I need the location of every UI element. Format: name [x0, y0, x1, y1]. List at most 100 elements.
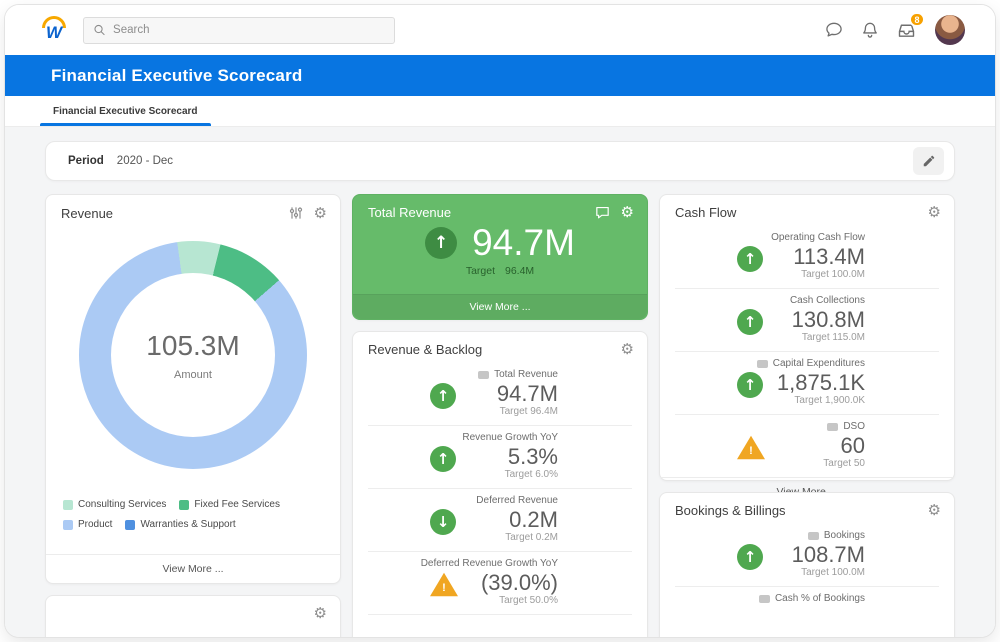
search-bar[interactable]: [83, 17, 395, 44]
kpi-row[interactable]: Operating Cash Flow ↑ 113.4M Target 100.…: [675, 226, 939, 288]
trend-up-icon: ↑: [430, 383, 456, 409]
column-middle: Total Revenue ⚙ ↑ 94.7M Target: [352, 194, 648, 637]
kpi-target: Target 1,900.0K: [675, 395, 939, 408]
kpi-row[interactable]: Cash % of Bookings: [675, 586, 939, 611]
kpi-row[interactable]: Total Revenue ↑ 94.7M Target 96.4M: [368, 363, 632, 425]
kpi-label: Deferred Revenue: [368, 494, 632, 507]
donut-center: 105.3M Amount: [111, 273, 275, 437]
trend-up-icon: ↑: [737, 309, 763, 335]
total-revenue-card: Total Revenue ⚙ ↑ 94.7M Target: [352, 194, 648, 320]
card-title: Revenue: [61, 206, 113, 221]
inbox-icon[interactable]: 8: [895, 19, 917, 41]
kpi-row[interactable]: Cash Collections ↑ 130.8M Target 115.0M: [675, 288, 939, 351]
kpi-value: 94.7M: [472, 222, 575, 264]
workday-logo[interactable]: W: [39, 14, 69, 46]
gear-icon[interactable]: ⚙: [314, 606, 327, 621]
legend-swatch: [125, 520, 135, 530]
card-title: Total Revenue: [368, 205, 451, 220]
kpi-row[interactable]: Deferred Revenue Growth YoY ! (39.0%) Ta…: [368, 551, 632, 614]
kpi-row[interactable]: Revenue Growth YoY ↑ 5.3% Target 6.0%: [368, 425, 632, 488]
kpi-value: (39.0%): [368, 570, 632, 595]
chat-icon[interactable]: [823, 19, 845, 41]
trend-up-icon: ↑: [737, 544, 763, 570]
annotation-icon: [759, 595, 770, 603]
annotation-icon: [827, 423, 838, 431]
view-more-link[interactable]: View More ...: [353, 294, 647, 319]
donut-total-value: 105.3M: [146, 330, 239, 362]
kpi-value: 108.7M: [675, 542, 939, 567]
column-left: Revenue ⚙ 105.3M: [45, 194, 341, 637]
donut-total-label: Amount: [174, 369, 212, 381]
active-tab-underline: [40, 123, 211, 126]
kpi-value: 5.3%: [368, 444, 632, 469]
gear-icon[interactable]: ⚙: [314, 206, 327, 221]
kpi-target: Target 100.0M: [675, 567, 939, 580]
kpi-row[interactable]: Capital Expenditures ↑ 1,875.1K Target 1…: [675, 351, 939, 414]
legend-item: Fixed Fee Services: [179, 499, 280, 510]
view-more-link[interactable]: View More ...: [46, 554, 340, 583]
notifications-bell-icon[interactable]: [859, 19, 881, 41]
kpi-label: Operating Cash Flow: [675, 231, 939, 244]
card-title: Cash Flow: [675, 205, 736, 220]
kpi-value: 130.8M: [675, 307, 939, 332]
trend-up-icon: ↑: [425, 227, 457, 259]
kpi-target: Target 50.0%: [368, 595, 632, 608]
sliders-icon[interactable]: [288, 205, 304, 221]
dashboard-content: Period 2020 - Dec Revenue: [5, 127, 995, 637]
search-icon: [93, 23, 106, 37]
edit-period-button[interactable]: [913, 147, 944, 175]
kpi-target: Target 6.0%: [368, 469, 632, 482]
pencil-icon: [922, 154, 936, 168]
gear-icon[interactable]: ⚙: [621, 342, 634, 357]
card-title: Bookings & Billings: [675, 503, 786, 518]
kpi-row[interactable]: DSO ! 60 Target 50: [675, 414, 939, 477]
app-window: W: [5, 5, 995, 637]
kpi-value: 0.2M: [368, 507, 632, 532]
kpi-label: Capital Expenditures: [675, 357, 939, 370]
kpi-value: 1,875.1K: [675, 370, 939, 395]
inbox-badge: 8: [909, 12, 925, 27]
tab-financial-executive-scorecard[interactable]: Financial Executive Scorecard: [51, 96, 200, 126]
page-header: Financial Executive Scorecard: [5, 55, 995, 96]
kpi-row[interactable]: Deferred Revenue ↓ 0.2M Target 0.2M: [368, 488, 632, 551]
kpi-row[interactable]: Bookings ↑ 108.7M Target 100.0M: [675, 524, 939, 586]
comment-icon[interactable]: [594, 204, 611, 221]
kpi-label: DSO: [675, 420, 939, 433]
kpi-label: Cash Collections: [675, 294, 939, 307]
top-icons: 8: [823, 15, 965, 45]
revenue-card: Revenue ⚙ 105.3M: [45, 194, 341, 584]
page-title: Financial Executive Scorecard: [51, 66, 302, 86]
cash-flow-card: Cash Flow ⚙ Operating Cash Flow ↑ 113.4M…: [659, 194, 955, 481]
period-bar: Period 2020 - Dec: [45, 141, 955, 181]
legend-swatch: [63, 500, 73, 510]
period-label: Period: [68, 155, 104, 167]
annotation-icon: [808, 532, 819, 540]
gear-icon[interactable]: ⚙: [928, 503, 941, 518]
tab-bar: Financial Executive Scorecard: [5, 96, 995, 127]
legend-swatch: [63, 520, 73, 530]
kpi-value: 113.4M: [675, 244, 939, 269]
period-value: 2020 - Dec: [117, 155, 173, 167]
revenue-donut-chart[interactable]: 105.3M Amount: [79, 241, 307, 469]
kpi-label: Revenue Growth YoY: [368, 431, 632, 444]
kpi-label: Cash % of Bookings: [675, 592, 939, 605]
legend-item: Warranties & Support: [125, 519, 235, 530]
kpi-label: Deferred Revenue Growth YoY: [368, 557, 632, 570]
card-grid: Revenue ⚙ 105.3M: [45, 194, 955, 637]
gear-icon[interactable]: ⚙: [621, 205, 634, 220]
kpi-row: [368, 614, 632, 626]
kpi-target: Target 100.0M: [675, 269, 939, 282]
top-bar: W: [5, 5, 995, 55]
kpi-target: Target 0.2M: [368, 532, 632, 545]
gear-icon[interactable]: ⚙: [928, 205, 941, 220]
profile-avatar[interactable]: [935, 15, 965, 45]
partial-card: ⚙: [45, 595, 341, 637]
kpi-value: 60: [675, 433, 939, 458]
trend-up-icon: ↑: [430, 446, 456, 472]
annotation-icon: [478, 371, 489, 379]
column-right: Cash Flow ⚙ Operating Cash Flow ↑ 113.4M…: [659, 194, 955, 637]
search-input[interactable]: [113, 24, 385, 36]
trend-up-icon: ↑: [737, 246, 763, 272]
legend-swatch: [179, 500, 189, 510]
card-title: Revenue & Backlog: [368, 342, 482, 357]
